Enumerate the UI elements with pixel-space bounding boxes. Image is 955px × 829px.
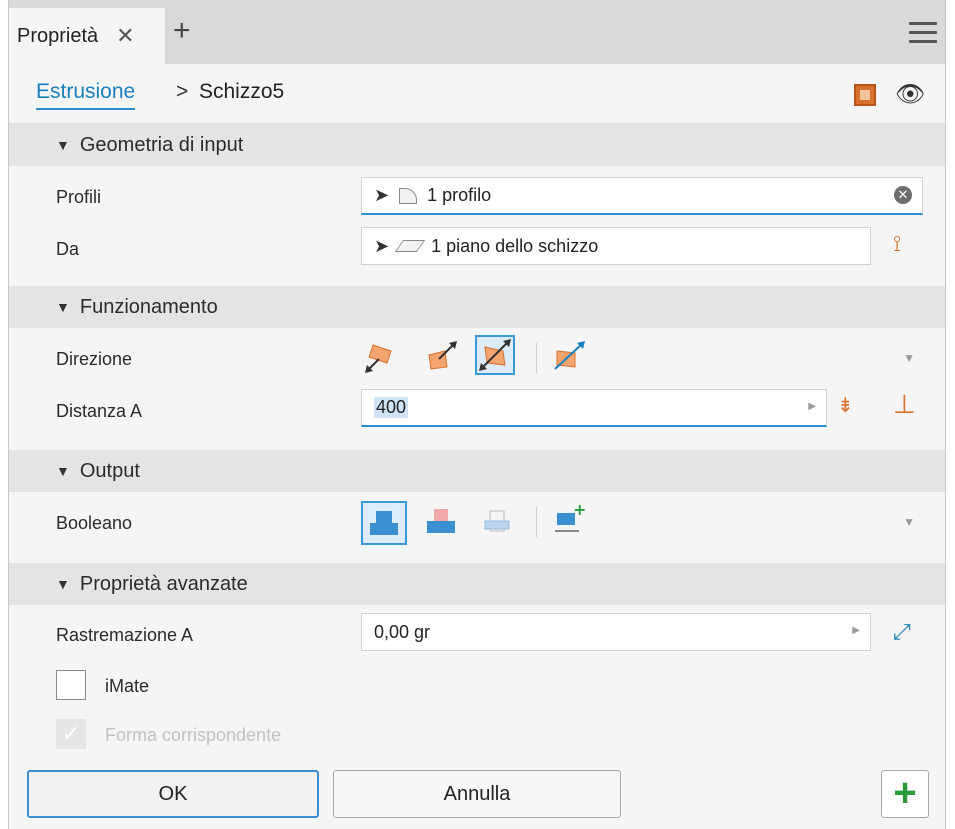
select-arrow-icon: ➤ [374,185,390,205]
direction-flipped-icon [428,341,457,370]
close-icon[interactable]: ✕ [116,23,134,49]
section-title: Geometria di input [79,133,244,156]
row-taper: Rastremazione A 0,00 gr ▶ ⤢ [9,611,945,661]
section-output[interactable]: ▼ Output [9,450,945,492]
ok-button[interactable]: OK [27,770,319,818]
chevron-down-icon[interactable]: ▼ [903,351,915,365]
section-advanced[interactable]: ▼ Proprietà avanzate [9,563,945,605]
new-solid-button[interactable]: + [549,500,589,541]
chevron-down-icon[interactable]: ▼ [903,515,915,529]
imate-checkbox[interactable] [56,670,86,700]
breadcrumb-extrusion-link[interactable]: Estrusione [36,80,136,110]
direction-default-icon [365,344,392,373]
properties-panel: Proprietà ✕ + Estrusione > Schizzo5 👁 ▼ … [8,0,946,829]
profiles-selector[interactable]: ➤ 1 profilo ✕ [361,177,923,215]
from-label: Da [56,239,80,259]
from-selector[interactable]: ➤ 1 piano dello schizzo [361,227,871,265]
clear-icon[interactable]: ✕ [894,186,912,204]
cancel-button[interactable]: Annulla [333,770,621,818]
direction-asymmetric-icon [554,341,585,370]
breadcrumb-separator: > [176,80,189,103]
boolean-intersect-button[interactable] [477,503,517,543]
direction-symmetric-button[interactable] [475,335,515,375]
distance-options-icon[interactable]: ⇟ [837,393,854,418]
row-distance: Distanza A 400 ▶ ⇟ ⊥ [9,387,945,437]
collapse-triangle-icon: ▼ [56,576,70,592]
distance-input[interactable]: 400 ▶ [361,389,827,427]
profiles-label: Profili [56,187,102,207]
match-shape-checkbox: ✓ [56,719,86,749]
distance-value: 400 [374,397,409,418]
collapse-triangle-icon: ▼ [56,137,70,153]
flip-taper-icon[interactable]: ⤢ [893,619,911,645]
row-from: Da ➤ 1 piano dello schizzo ⟟ [9,225,945,275]
divider [536,507,537,537]
intersect-icon [484,510,510,532]
collapse-triangle-icon: ▼ [56,463,70,479]
taper-label: Rastremazione A [56,625,194,645]
section-title: Output [79,459,140,482]
breadcrumb: Estrusione > Schizzo5 👁 [9,64,945,124]
taper-input[interactable]: 0,00 gr ▶ [361,613,871,651]
collapse-triangle-icon: ▼ [56,299,70,315]
match-shape-label: Forma corrispondente [105,725,282,745]
section-input-geometry[interactable]: ▼ Geometria di input [9,124,945,166]
profile-icon [399,187,418,204]
direction-flipped-button[interactable] [421,337,461,377]
taper-value: 0,00 gr [374,621,431,642]
sketch-plane-icon [394,240,426,252]
tab-properties[interactable]: Proprietà ✕ [9,8,165,64]
tab-title: Proprietà [17,24,99,47]
imate-label: iMate [105,676,150,696]
breadcrumb-current: Schizzo5 [199,80,285,103]
svg-text:+: + [573,501,586,519]
select-arrow-icon: ➤ [374,235,390,256]
boolean-label: Booleano [56,513,133,533]
section-behavior[interactable]: ▼ Funzionamento [9,286,945,328]
row-boolean: Booleano + ▼ [9,499,945,549]
row-imate: iMate [9,666,945,716]
boolean-join-button[interactable] [361,501,407,545]
hamburger-menu-icon[interactable] [909,22,937,49]
row-profiles: Profili ➤ 1 profilo ✕ [9,173,945,223]
section-title: Proprietà avanzate [79,572,248,595]
chevron-right-icon[interactable]: ▶ [852,625,860,636]
distance-label: Distanza A [56,401,143,421]
apply-plus-button[interactable]: + [881,770,929,818]
direction-label: Direzione [56,349,133,369]
profiles-value: 1 profilo [427,185,492,205]
cut-icon [427,509,455,533]
row-direction: Direzione ▼ [9,335,945,385]
boolean-cut-button[interactable] [421,503,461,543]
solid-body-icon[interactable] [854,84,876,106]
eye-icon[interactable]: 👁 [895,80,925,109]
direction-default-button[interactable] [361,337,401,377]
direction-asymmetric-button[interactable] [549,337,589,377]
extent-icon[interactable]: ⟟ [893,231,901,257]
row-match-shape: ✓ Forma corrispondente [9,715,945,765]
divider [536,343,537,373]
to-face-icon[interactable]: ⊥ [893,389,916,420]
from-value: 1 piano dello schizzo [431,235,599,256]
tab-bar: Proprietà ✕ + [9,0,945,64]
direction-symmetric-icon [479,339,511,371]
chevron-right-icon[interactable]: ▶ [808,401,816,412]
section-title: Funzionamento [79,295,218,318]
new-solid-icon: + [555,500,586,532]
add-tab-icon[interactable]: + [173,16,191,46]
join-icon [370,511,398,535]
